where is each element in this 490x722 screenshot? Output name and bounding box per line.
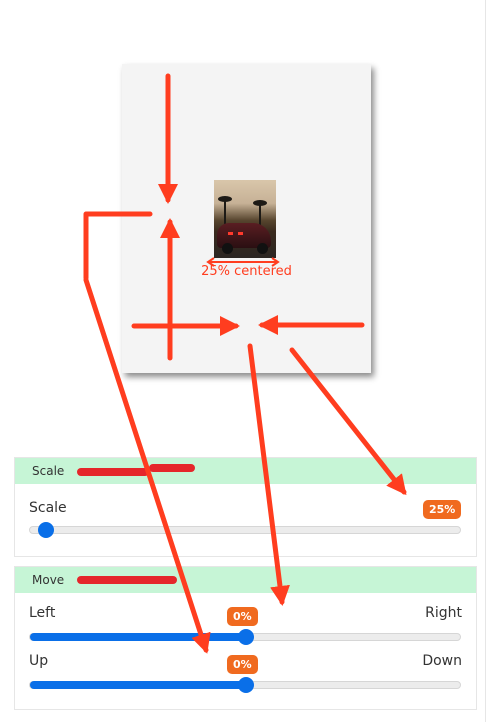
arrow-to-vertical-slider — [83, 277, 211, 654]
annotation-arrows — [83, 73, 407, 654]
bracket-line — [83, 211, 153, 281]
arrow-to-horizontal-slider — [247, 343, 290, 606]
arrow-to-scale-badge — [289, 347, 407, 496]
